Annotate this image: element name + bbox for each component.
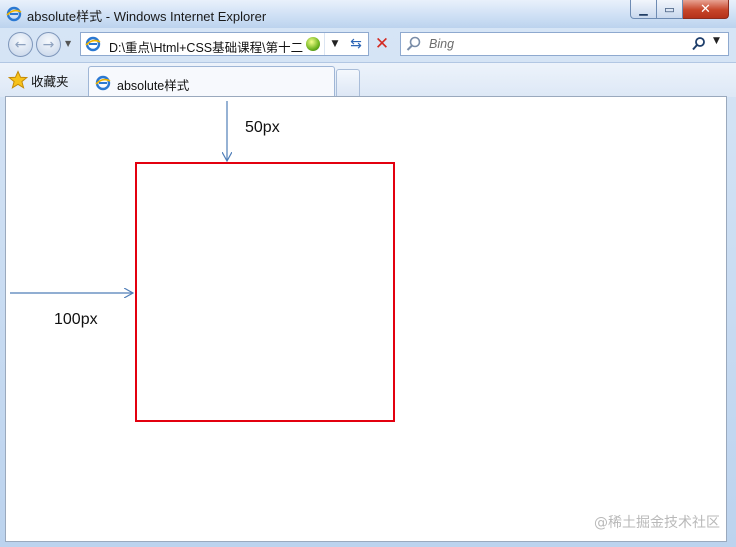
title-bar: absolute样式 - Windows Internet Explorer ▁… xyxy=(0,0,736,28)
back-button[interactable]: ← xyxy=(8,32,33,57)
refresh-icon: ⇆ xyxy=(350,36,362,52)
page-content: 50px 100px @稀土掘金技术社区 xyxy=(5,96,727,542)
address-dropdown-button[interactable]: ▼ xyxy=(324,33,345,55)
search-provider-icon xyxy=(406,36,421,51)
arrow-right-icon: → xyxy=(42,36,55,53)
ie-logo-icon xyxy=(6,6,22,22)
star-icon xyxy=(8,70,28,89)
new-tab-button[interactable] xyxy=(336,69,360,96)
browser-window: absolute样式 - Windows Internet Explorer ▁… xyxy=(0,0,736,547)
maximize-icon: ▭ xyxy=(664,2,675,16)
tab-label: absolute样式 xyxy=(117,79,190,93)
minimize-button[interactable]: ▁ xyxy=(630,0,657,19)
favorites-label: 收藏夹 xyxy=(31,73,69,89)
address-input[interactable]: D:\重点\Html+CSS基础课程\第十二 xyxy=(109,37,305,53)
absolute-positioned-box xyxy=(135,162,395,422)
left-offset-label: 100px xyxy=(54,311,98,328)
tab-absolute-style[interactable]: absolute样式 xyxy=(88,66,335,97)
search-input[interactable]: Bing xyxy=(429,37,454,51)
forward-button[interactable]: → xyxy=(36,32,61,57)
window-controls: ▁ ▭ ✕ xyxy=(630,0,729,20)
top-offset-label: 50px xyxy=(245,119,280,136)
minimize-icon: ▁ xyxy=(639,2,648,16)
watermark: @稀土掘金技术社区 xyxy=(594,515,720,531)
favorites-button[interactable]: 收藏夹 xyxy=(8,68,69,92)
search-options-dropdown[interactable]: ▼ xyxy=(713,36,720,46)
refresh-button[interactable]: ⇆ xyxy=(345,32,367,56)
compatibility-view-icon[interactable] xyxy=(306,37,320,51)
close-button[interactable]: ✕ xyxy=(683,0,729,19)
ie-logo-icon xyxy=(95,75,111,91)
search-box[interactable]: Bing ▼ xyxy=(400,32,729,56)
tab-bar: 收藏夹 absolute样式 xyxy=(0,62,736,97)
stop-button[interactable]: ✕ xyxy=(370,32,394,56)
arrow-left-icon: ← xyxy=(14,36,27,53)
stop-icon: ✕ xyxy=(374,34,390,54)
recent-pages-dropdown[interactable]: ▼ xyxy=(65,39,71,48)
search-icon[interactable] xyxy=(691,36,707,52)
navigation-bar: ← → ▼ D:\重点\Html+CSS基础课程\第十二 ▼ ⇆ ✕ Bing … xyxy=(0,28,736,62)
maximize-button[interactable]: ▭ xyxy=(657,0,683,19)
close-icon: ✕ xyxy=(700,1,711,17)
window-title: absolute样式 - Windows Internet Explorer xyxy=(27,9,267,24)
page-ie-icon xyxy=(85,36,101,52)
address-bar[interactable]: D:\重点\Html+CSS基础课程\第十二 ▼ xyxy=(80,32,369,56)
